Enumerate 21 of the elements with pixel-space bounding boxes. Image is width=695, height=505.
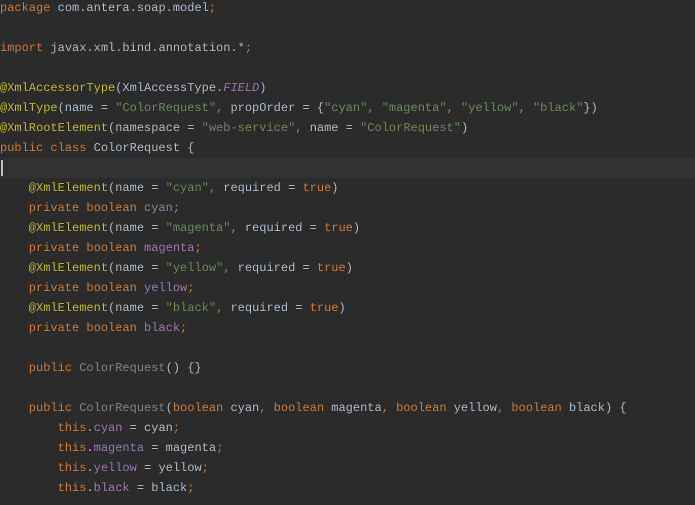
code-line: @XmlElement(name = "cyan", required = true) bbox=[28, 180, 338, 197]
code-line: this.cyan = cyan; bbox=[56, 420, 180, 437]
code-line: @XmlAccessorType(XmlAccessType.FIELD) bbox=[0, 80, 266, 97]
code-line: import javax.xml.bind.annotation.*; bbox=[0, 40, 252, 57]
code-line: @XmlElement(name = "yellow", required = true) bbox=[28, 260, 353, 277]
code-line: @XmlRootElement(namespace = "web-service", name = "ColorRequest") bbox=[0, 120, 468, 137]
code-line: private boolean yellow; bbox=[28, 280, 194, 297]
code-line: private boolean magenta; bbox=[28, 240, 202, 257]
code-line: private boolean cyan; bbox=[28, 200, 180, 217]
code-line: @XmlElement(name = "black", required = true) bbox=[28, 300, 346, 317]
text-caret bbox=[1, 160, 3, 176]
code-line: @XmlType(name = "ColorRequest", propOrder = {"cyan", "magenta", "yellow", "black"}) bbox=[0, 100, 598, 117]
code-line: @XmlElement(name = "magenta", required = true) bbox=[28, 220, 360, 237]
code-line: package com.antera.soap.model; bbox=[0, 0, 216, 17]
code-line: public ColorRequest() {} bbox=[28, 360, 202, 377]
code-line: this.magenta = magenta; bbox=[56, 440, 224, 457]
code-line: this.yellow = yellow; bbox=[56, 460, 209, 477]
code-line: this.black = black; bbox=[56, 480, 194, 497]
code-line: private boolean black; bbox=[28, 320, 188, 337]
code-line: public class ColorRequest { bbox=[0, 140, 194, 157]
code-line: public ColorRequest(boolean cyan, boolean magenta, boolean yellow, boolean black) { bbox=[28, 400, 627, 417]
